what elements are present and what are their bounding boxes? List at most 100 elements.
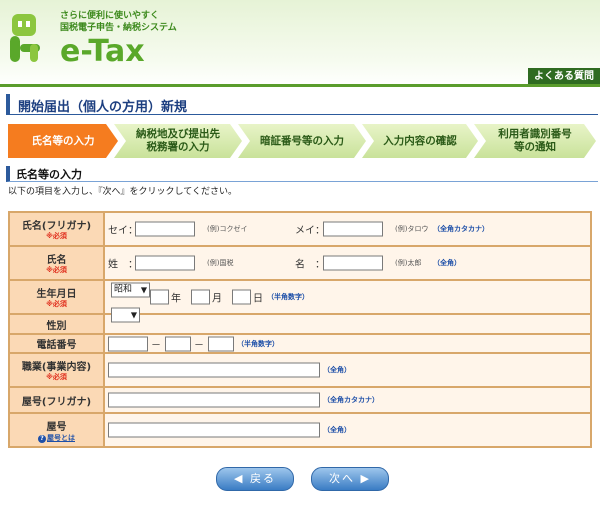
birth-label: 生年月日 xyxy=(36,289,77,300)
sei-kana-example: (例)コクゼイ xyxy=(207,225,248,233)
name-field-cell: 姓 ： (例)国税 名 ： (例)太郎 （全角） xyxy=(105,247,590,279)
site-tagline: さらに便利に使いやすく 国税電子申告・納税システム xyxy=(60,10,177,34)
next-button[interactable]: 次へ ▶ xyxy=(311,467,389,491)
name-hint: （全角） xyxy=(433,259,461,267)
form-row-kana: 氏名(フリガナ) ※必須 セイ： (例)コクゼイ メイ： (例)タロウ （全角カ… xyxy=(10,213,590,245)
phone-label: 電話番号 xyxy=(36,340,77,351)
job-label: 職業(事業内容) xyxy=(21,362,92,373)
phone-area-input[interactable] xyxy=(108,336,148,351)
yago-kana-input[interactable] xyxy=(108,392,320,408)
yago-kana-field-cell: （全角カタカナ） xyxy=(105,388,590,412)
kana-label: 氏名(フリガナ) xyxy=(21,221,92,232)
sei-kana-input[interactable] xyxy=(135,221,195,237)
tagline-line2: 国税電子申告・納税システム xyxy=(60,23,177,33)
step-5: 利用者識別番号 等の通知 xyxy=(474,124,596,158)
phone-dash: － xyxy=(194,340,204,351)
back-label: 戻る xyxy=(249,472,276,485)
required-mark: ※必須 xyxy=(46,300,67,308)
step-4: 入力内容の確認 xyxy=(362,124,478,158)
job-input[interactable] xyxy=(108,362,320,378)
step-3-label: 暗証番号等の入力 xyxy=(260,134,344,147)
sei-example: (例)国税 xyxy=(207,259,234,267)
form-row-name: 氏名 ※必須 姓 ： (例)国税 名 ： (例)太郎 （全角） xyxy=(10,247,590,279)
tagline-line1: さらに便利に使いやすく xyxy=(60,11,160,21)
next-label: 次へ xyxy=(329,472,356,485)
job-label-cell: 職業(事業内容) ※必須 xyxy=(10,354,103,386)
birth-label-cell: 生年月日 ※必須 xyxy=(10,281,103,313)
birth-hint: （半角数字） xyxy=(267,293,309,301)
form-row-phone: 電話番号 － － （半角数字） xyxy=(10,335,590,352)
phone-field-cell: － － （半角数字） xyxy=(105,335,590,352)
gender-label: 性別 xyxy=(46,320,67,332)
yago-kana-label-cell: 屋号(フリガナ) xyxy=(10,388,103,412)
yago-hint: （全角） xyxy=(323,426,351,434)
required-mark: ※必須 xyxy=(46,373,67,381)
step-2: 納税地及び提出先 税務署の入力 xyxy=(114,124,242,158)
year-unit-label: 年 xyxy=(171,293,181,305)
etax-logo-icon xyxy=(10,14,40,62)
sei-kana-label: セイ： xyxy=(108,225,138,237)
arrow-left-icon: ◀ xyxy=(234,472,245,485)
kana-hint: （全角カタカナ） xyxy=(433,225,489,233)
form-row-birth: 生年月日 ※必須 昭和 ▼ 年 月 日 （半角数字） xyxy=(10,281,590,313)
phone-last-input[interactable] xyxy=(208,336,234,351)
required-mark: ※必須 xyxy=(46,266,67,274)
birth-day-input[interactable] xyxy=(232,289,251,305)
step-1-label: 氏名等の入力 xyxy=(31,134,95,147)
yago-kana-label: 屋号(フリガナ) xyxy=(21,396,92,408)
phone-middle-input[interactable] xyxy=(165,336,191,351)
help-icon: ? xyxy=(38,434,46,443)
kana-label-cell: 氏名(フリガナ) ※必須 xyxy=(10,213,103,245)
yago-label: 屋号 xyxy=(46,421,67,433)
applicant-form: 氏名(フリガナ) ※必須 セイ： (例)コクゼイ メイ： (例)タロウ （全角カ… xyxy=(8,211,592,448)
instruction-text: 以下の項目を入力し、『次へ』をクリックしてください。 xyxy=(8,187,237,197)
job-field-cell: （全角） xyxy=(105,354,590,386)
birth-month-input[interactable] xyxy=(191,289,210,305)
form-row-gender: 性別 ▼ xyxy=(10,307,590,333)
name-label-cell: 氏名 ※必須 xyxy=(10,247,103,279)
faq-link[interactable]: よくある質問 xyxy=(528,68,600,85)
mei-label: 名 ： xyxy=(295,259,325,271)
page-title: 開始届出（個人の方用）新規 xyxy=(18,100,188,115)
step-5-label: 利用者識別番号 等の通知 xyxy=(498,128,572,153)
era-select[interactable]: 昭和 ▼ xyxy=(111,282,150,298)
mei-kana-input[interactable] xyxy=(323,221,383,237)
form-row-yago-kana: 屋号(フリガナ) （全角カタカナ） xyxy=(10,388,590,412)
yago-input[interactable] xyxy=(108,422,320,438)
job-hint: （全角） xyxy=(323,366,351,374)
brand-logo-text: e-Tax xyxy=(60,34,145,69)
birth-year-input[interactable] xyxy=(150,289,169,305)
mei-example: (例)太郎 xyxy=(395,259,422,267)
sei-label: 姓 ： xyxy=(108,259,138,271)
yago-field-cell: （全角） xyxy=(105,414,590,446)
step-2-label: 納税地及び提出先 税務署の入力 xyxy=(136,128,220,153)
step-3: 暗証番号等の入力 xyxy=(238,124,366,158)
mei-input[interactable] xyxy=(323,255,383,271)
chevron-down-icon: ▼ xyxy=(140,285,147,295)
sei-input[interactable] xyxy=(135,255,195,271)
step-progress: 氏名等の入力 納税地及び提出先 税務署の入力 暗証番号等の入力 入力内容の確認 利… xyxy=(8,124,598,158)
gender-label-cell: 性別 xyxy=(10,315,103,333)
step-1: 氏名等の入力 xyxy=(8,124,118,158)
mei-kana-label: メイ： xyxy=(295,225,325,237)
phone-dash: － xyxy=(151,340,161,351)
step-4-label: 入力内容の確認 xyxy=(383,134,457,147)
section-title: 氏名等の入力 xyxy=(16,168,82,181)
form-row-job: 職業(事業内容) ※必須 （全角） xyxy=(10,354,590,386)
yago-help-link[interactable]: ? 屋号とは xyxy=(10,434,103,443)
required-mark: ※必須 xyxy=(46,232,67,240)
site-header: さらに便利に使いやすく 国税電子申告・納税システム e-Tax よくある質問 xyxy=(0,0,600,87)
phone-label-cell: 電話番号 xyxy=(10,335,103,352)
yago-label-cell: 屋号 ? 屋号とは xyxy=(10,414,103,446)
section-header: 氏名等の入力 xyxy=(6,166,598,182)
arrow-right-icon: ▶ xyxy=(360,472,371,485)
header-divider xyxy=(0,84,600,87)
page-title-bar: 開始届出（個人の方用）新規 xyxy=(6,94,598,115)
day-unit-label: 日 xyxy=(253,293,263,305)
back-button[interactable]: ◀ 戻る xyxy=(216,467,294,491)
name-label: 氏名 xyxy=(46,255,67,266)
form-row-yago: 屋号 ? 屋号とは （全角） xyxy=(10,414,590,446)
month-unit-label: 月 xyxy=(212,293,222,305)
gender-select[interactable]: ▼ xyxy=(111,307,140,323)
kana-field-cell: セイ： (例)コクゼイ メイ： (例)タロウ （全角カタカナ） xyxy=(105,213,590,245)
